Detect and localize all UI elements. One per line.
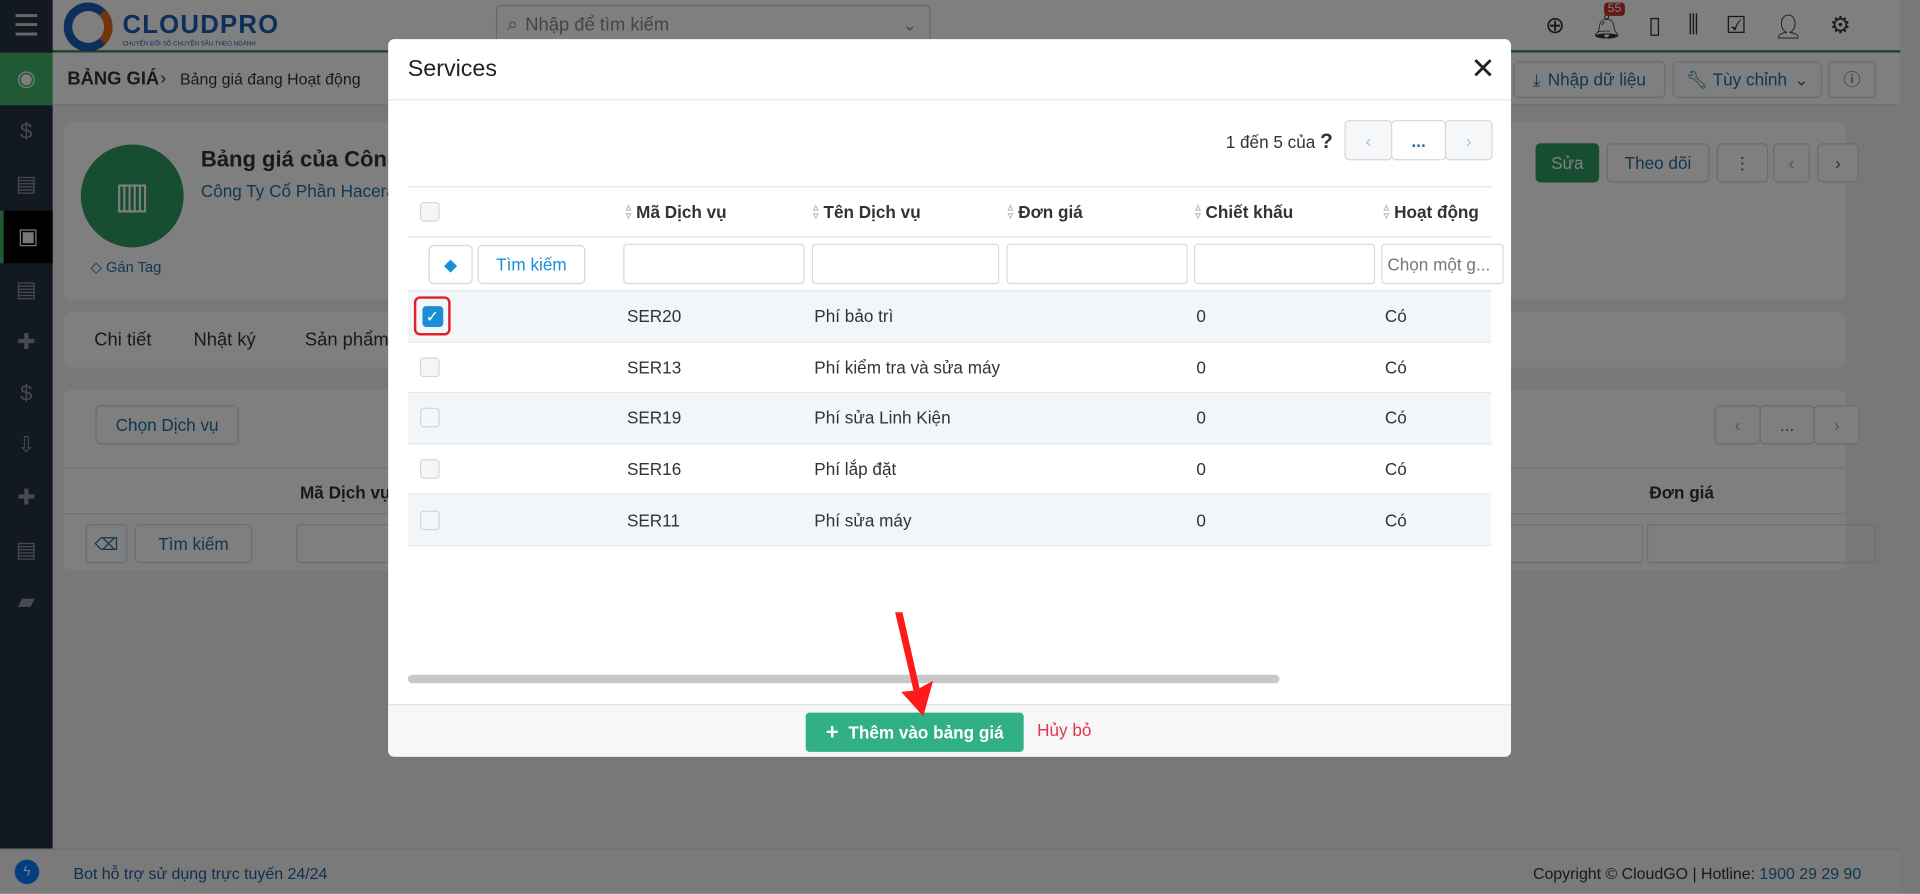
- annotation-arrow: [895, 612, 934, 717]
- red-arrow-icon: [895, 612, 934, 717]
